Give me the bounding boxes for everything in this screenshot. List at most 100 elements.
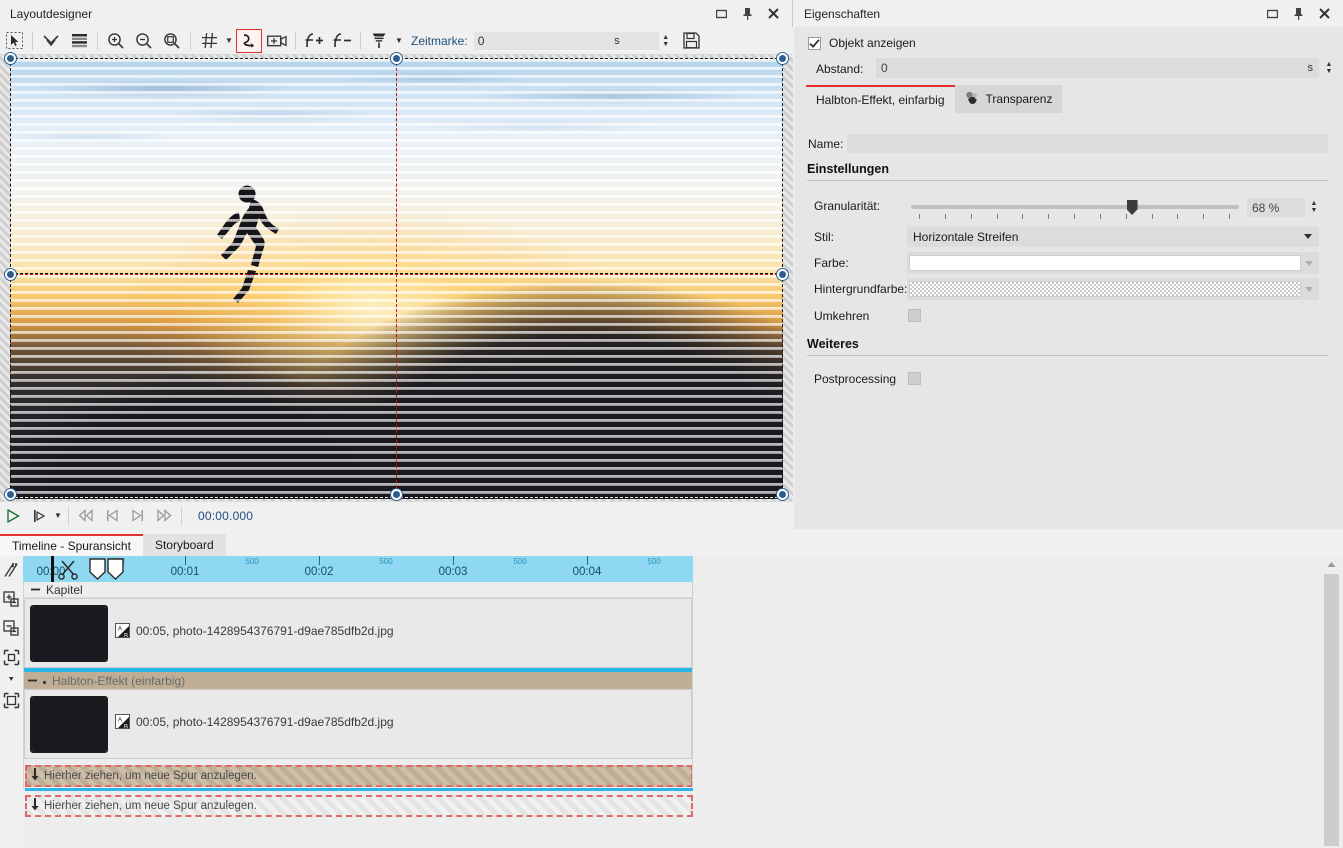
zeitmarke-spinner[interactable]: ▲ ▼ [659, 31, 673, 51]
transparency-icon [965, 91, 980, 108]
zeitmarke-input[interactable] [474, 32, 594, 50]
spinner-up-icon[interactable]: ▲ [1326, 61, 1333, 68]
motion-path-icon[interactable] [236, 29, 262, 53]
timeline-content: 00:0150000:0250000:0350000:04500500 00:0… [23, 556, 1320, 848]
slider-thumb[interactable] [1127, 200, 1138, 215]
play-mode-caret-icon[interactable]: ▼ [52, 504, 64, 528]
pin-icon[interactable] [740, 7, 754, 21]
fit-selection-icon[interactable] [0, 643, 23, 672]
remove-track-icon[interactable] [0, 614, 23, 643]
timeline-ruler[interactable]: 00:0150000:0250000:0350000:04500500 00:0… [23, 556, 693, 582]
granularitaet-value-field[interactable]: 68 % [1247, 198, 1305, 217]
spinner-down-icon[interactable]: ▼ [1326, 68, 1333, 75]
farbe-color-picker[interactable] [907, 252, 1319, 274]
flatten-icon[interactable] [38, 29, 64, 53]
dropzone-new-track-2[interactable]: Hierher ziehen, um neue Spur anzulegen. [25, 795, 693, 817]
slider-tick [1048, 214, 1049, 219]
previous-icon[interactable] [99, 505, 125, 527]
slider-tick [1229, 214, 1230, 219]
next-icon[interactable] [125, 505, 151, 527]
layout-canvas[interactable] [0, 55, 793, 501]
ruler-major-tick [319, 556, 320, 565]
fit-selection-caret-icon[interactable] [0, 672, 23, 686]
fit-all-icon[interactable] [0, 686, 23, 715]
name-input[interactable] [847, 134, 1328, 153]
preview-image [10, 59, 783, 499]
timeline-clip-2[interactable]: A B 00:05, photo-1428954376791-d9ae785df… [24, 689, 692, 759]
ruler-major-label: 00:04 [573, 566, 602, 578]
remove-keyframe-icon[interactable] [329, 29, 355, 53]
abstand-input[interactable] [876, 59, 1308, 78]
hintergrundfarbe-color-picker[interactable] [907, 278, 1319, 300]
toolbar-separator [295, 32, 296, 50]
stil-select[interactable]: Horizontale Streifen [907, 227, 1319, 247]
close-icon[interactable] [766, 7, 780, 21]
rewind-icon[interactable] [73, 505, 99, 527]
scissors-icon[interactable] [58, 558, 80, 583]
minus-icon[interactable] [28, 676, 37, 685]
camera-pan-icon[interactable] [264, 29, 290, 53]
cut-tool-icon[interactable] [0, 556, 23, 585]
umkehren-checkbox[interactable] [908, 309, 921, 322]
chevron-down-icon[interactable] [1301, 287, 1317, 292]
granularitaet-spinner[interactable]: ▲ ▼ [1307, 197, 1321, 217]
chevron-down-icon [1304, 234, 1312, 239]
tab-timeline-spuransicht[interactable]: Timeline - Spuransicht [0, 534, 143, 556]
postprocessing-checkbox[interactable] [908, 372, 921, 385]
close-icon[interactable] [1317, 7, 1331, 21]
properties-window-buttons [1265, 7, 1343, 21]
object-visible-row[interactable]: Objekt anzeigen [808, 36, 916, 50]
chevron-down-icon[interactable] [1301, 261, 1317, 266]
stil-label: Stil: [814, 230, 834, 244]
slider-ticks [911, 214, 1239, 220]
tab-storyboard[interactable]: Storyboard [143, 534, 226, 556]
grid-dropdown-caret-icon[interactable]: ▼ [223, 29, 235, 53]
playhead[interactable] [51, 556, 54, 582]
spinner-down-icon[interactable]: ▼ [1311, 207, 1318, 214]
play-icon[interactable] [0, 505, 26, 527]
scroll-up-icon[interactable] [1320, 556, 1343, 573]
stil-value: Horizontale Streifen [913, 230, 1018, 244]
timeline-scrollbar[interactable] [1320, 556, 1343, 848]
tab-transparenz[interactable]: Transparenz [955, 85, 1063, 113]
select-tool-icon[interactable] [1, 29, 27, 53]
range-markers-icon[interactable] [89, 558, 125, 583]
clip-label-row: A B 00:05, photo-1428954376791-d9ae785df… [115, 623, 394, 638]
align-icon[interactable] [366, 29, 392, 53]
pin-icon[interactable] [1291, 7, 1305, 21]
layoutdesigner-panel: Layoutdesigner [0, 0, 793, 529]
abstand-spinner[interactable]: ▲ ▼ [1322, 58, 1336, 78]
chapter-row[interactable]: Kapitel [23, 582, 693, 598]
dropzone-new-track-1[interactable]: Hierher ziehen, um neue Spur anzulegen. [25, 765, 693, 787]
spinner-down-icon[interactable]: ▼ [662, 41, 669, 48]
toolbar-separator [360, 32, 361, 50]
add-track-icon[interactable] [0, 585, 23, 614]
object-visible-checkbox[interactable] [808, 37, 821, 50]
transport-bar: ▼ 00:00.000 [0, 501, 793, 529]
effect-track-header[interactable]: Halbton-Effekt (einfarbig) [23, 672, 693, 689]
add-keyframe-icon[interactable] [301, 29, 327, 53]
align-dropdown-caret-icon[interactable]: ▼ [393, 29, 405, 53]
save-icon[interactable] [679, 29, 705, 53]
spinner-up-icon[interactable]: ▲ [1311, 200, 1318, 207]
preview-stage[interactable] [10, 59, 783, 499]
tab-timeline-spuransicht-label: Timeline - Spuransicht [12, 539, 131, 553]
minus-icon[interactable] [31, 585, 40, 594]
timeline-clip-1[interactable]: A B 00:05, photo-1428954376791-d9ae785df… [24, 598, 692, 668]
postprocessing-label: Postprocessing [814, 372, 896, 386]
tab-halbton-effekt[interactable]: Halbton-Effekt, einfarbig [806, 85, 955, 113]
zoom-in-icon[interactable] [103, 29, 129, 53]
maximize-icon[interactable] [714, 7, 728, 21]
zoom-out-icon[interactable] [131, 29, 157, 53]
spinner-up-icon[interactable]: ▲ [662, 34, 669, 41]
layers-icon[interactable] [66, 29, 92, 53]
grid-icon[interactable] [196, 29, 222, 53]
abstand-unit: s [1308, 62, 1320, 74]
maximize-icon[interactable] [1265, 7, 1279, 21]
forward-icon[interactable] [151, 505, 177, 527]
granularitaet-slider[interactable] [911, 199, 1239, 221]
zoom-fit-icon[interactable] [159, 29, 185, 53]
play-from-icon[interactable] [26, 505, 52, 527]
weiteres-heading: Weiteres [807, 337, 859, 353]
scrollbar-thumb[interactable] [1324, 574, 1339, 846]
